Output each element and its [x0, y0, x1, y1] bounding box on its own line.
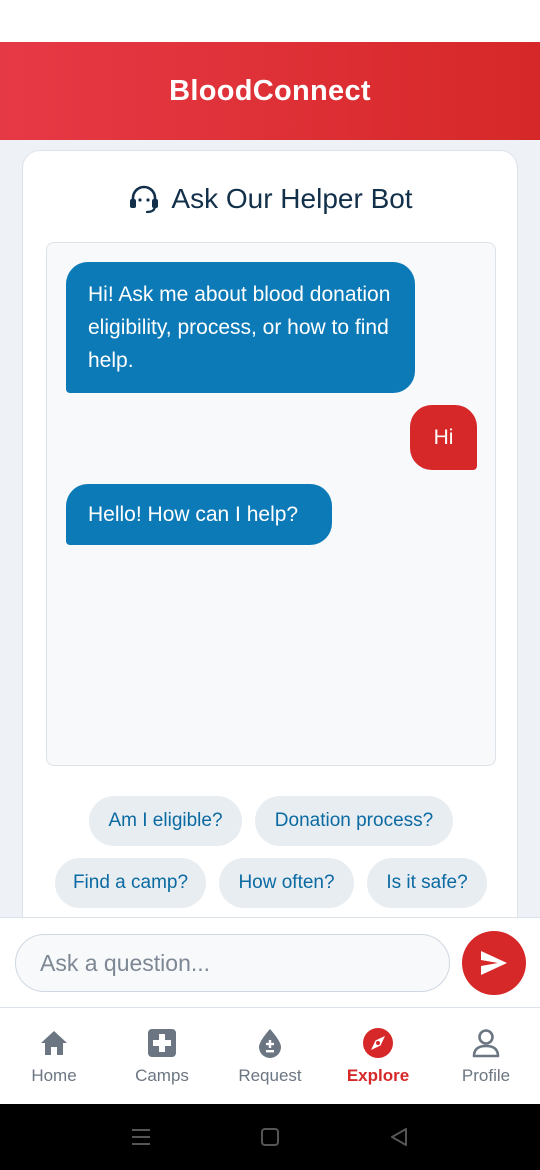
- bot-message: Hi! Ask me about blood donation eligibil…: [66, 262, 415, 393]
- nav-label: Profile: [461, 1066, 511, 1085]
- user-message: Hi: [410, 405, 477, 470]
- blood-drop-icon: [259, 1029, 281, 1058]
- card-title: Ask Our Helper Bot: [171, 183, 413, 214]
- nav-item-profile[interactable]: Profile: [432, 1008, 540, 1104]
- quick-reply-is-safe[interactable]: Is it safe?: [367, 858, 487, 908]
- bottom-navigation: Home Camps Request Explore Profile: [0, 1007, 540, 1104]
- nav-label: Home: [31, 1066, 77, 1085]
- medical-cross-icon: [148, 1029, 176, 1057]
- person-icon: [472, 1029, 500, 1058]
- nav-label: Explore: [346, 1066, 410, 1085]
- home-square-icon[interactable]: [259, 1126, 281, 1148]
- nav-item-camps[interactable]: Camps: [108, 1008, 216, 1104]
- nav-item-explore[interactable]: Explore: [324, 1008, 432, 1104]
- app-title: BloodConnect: [169, 74, 371, 107]
- bot-message: Hello! How can I help?: [66, 484, 332, 545]
- chat-messages-area[interactable]: Hi! Ask me about blood donation eligibil…: [46, 242, 496, 766]
- send-icon: [481, 951, 507, 975]
- menu-icon[interactable]: [130, 1126, 152, 1148]
- app-header: BloodConnect: [0, 42, 540, 140]
- back-triangle-icon[interactable]: [388, 1126, 410, 1148]
- quick-reply-eligible[interactable]: Am I eligible?: [89, 796, 242, 846]
- home-icon: [41, 1031, 67, 1055]
- compass-icon: [363, 1028, 393, 1058]
- nav-label: Request: [238, 1066, 302, 1085]
- system-navigation-bar: [0, 1104, 540, 1170]
- helper-bot-card: Ask Our Helper Bot Hi! Ask me about bloo…: [22, 150, 518, 940]
- question-input[interactable]: [15, 934, 450, 992]
- quick-reply-find-camp[interactable]: Find a camp?: [55, 858, 206, 908]
- card-title-row: Ask Our Helper Bot: [23, 175, 517, 223]
- message-input-bar: [0, 917, 540, 1007]
- nav-item-request[interactable]: Request: [216, 1008, 324, 1104]
- nav-item-home[interactable]: Home: [0, 1008, 108, 1104]
- quick-reply-how-often[interactable]: How often?: [219, 858, 354, 908]
- send-button[interactable]: [462, 931, 526, 995]
- nav-label: Camps: [135, 1066, 189, 1085]
- status-bar: [0, 0, 540, 42]
- headset-icon: [130, 185, 159, 214]
- quick-reply-process[interactable]: Donation process?: [255, 796, 453, 846]
